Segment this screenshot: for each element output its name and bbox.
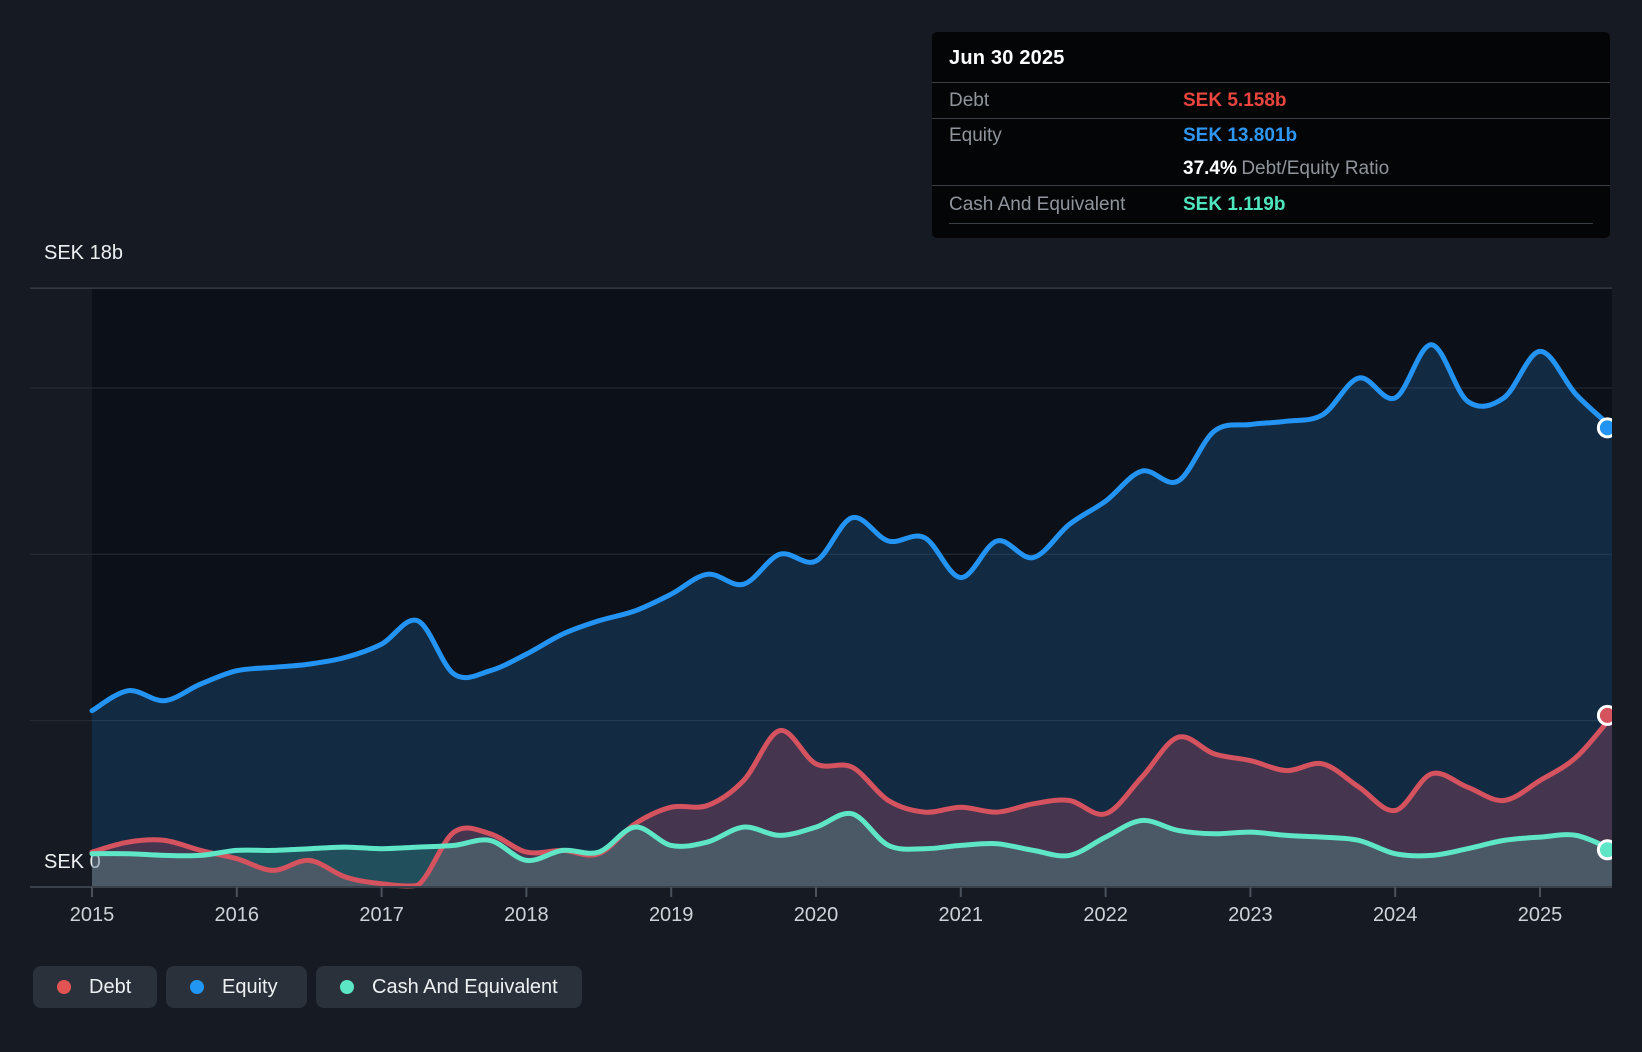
legend-equity-label: Equity — [222, 975, 278, 998]
tooltip-equity-label: Equity — [949, 125, 1002, 146]
tooltip-equity-value: SEK 13.801b — [1183, 125, 1298, 146]
tooltip-debt-label: Debt — [949, 89, 990, 111]
tooltip-row-debt: Debt SEK 5.158b — [932, 82, 1610, 118]
tooltip-debt-value: SEK 5.158b — [1183, 89, 1287, 111]
x-tick-label-2016: 2016 — [215, 904, 260, 926]
tooltip-ratio-value: 37.4% — [1183, 158, 1237, 179]
tooltip-row-ratio: 37.4% Debt/Equity Ratio — [932, 153, 1610, 185]
tooltip-cash-value: SEK 1.119b — [1183, 193, 1286, 215]
debt-legend-dot-icon — [57, 980, 71, 994]
x-tick-label-2020: 2020 — [794, 904, 839, 926]
legend-chip-debt[interactable]: Debt — [33, 966, 157, 1008]
y-axis-top-label: SEK 18b — [44, 242, 123, 264]
tooltip-row-cash: Cash And Equivalent SEK 1.119b — [932, 185, 1610, 223]
x-tick-label-2015: 2015 — [70, 904, 115, 926]
x-tick-label-2017: 2017 — [359, 904, 404, 926]
x-tick-label-2018: 2018 — [504, 904, 549, 926]
right-gutter — [1612, 0, 1642, 1052]
tooltip-ratio-label: Debt/Equity Ratio — [1241, 158, 1390, 179]
x-tick-label-2022: 2022 — [1083, 904, 1128, 926]
tooltip-date: Jun 30 2025 — [949, 47, 1065, 69]
x-tick-label-2025: 2025 — [1518, 904, 1563, 926]
tooltip-row-equity: Equity SEK 13.801b — [932, 118, 1610, 153]
debt-equity-chart-root: SEK 18b SEK 0 2015 2016 2017 2018 2019 2020 2021… — [0, 0, 1642, 1052]
legend-cash-label: Cash And Equivalent — [372, 975, 558, 998]
x-tick-label-2024: 2024 — [1373, 904, 1418, 926]
legend-chip-equity[interactable]: Equity — [166, 966, 307, 1008]
x-tick-label-2023: 2023 — [1228, 904, 1273, 926]
cash-legend-dot-icon — [340, 980, 354, 994]
legend-chip-cash[interactable]: Cash And Equivalent — [316, 966, 582, 1008]
x-tick-label-2021: 2021 — [939, 904, 984, 926]
tooltip-bottom-divider — [949, 223, 1593, 241]
legend-debt-label: Debt — [89, 975, 132, 998]
x-tick-label-2019: 2019 — [649, 904, 694, 926]
tooltip: Jun 30 2025 Debt SEK 5.158b Equity SEK 1… — [932, 32, 1610, 238]
tooltip-cash-label: Cash And Equivalent — [949, 193, 1126, 215]
equity-legend-dot-icon — [190, 980, 204, 994]
